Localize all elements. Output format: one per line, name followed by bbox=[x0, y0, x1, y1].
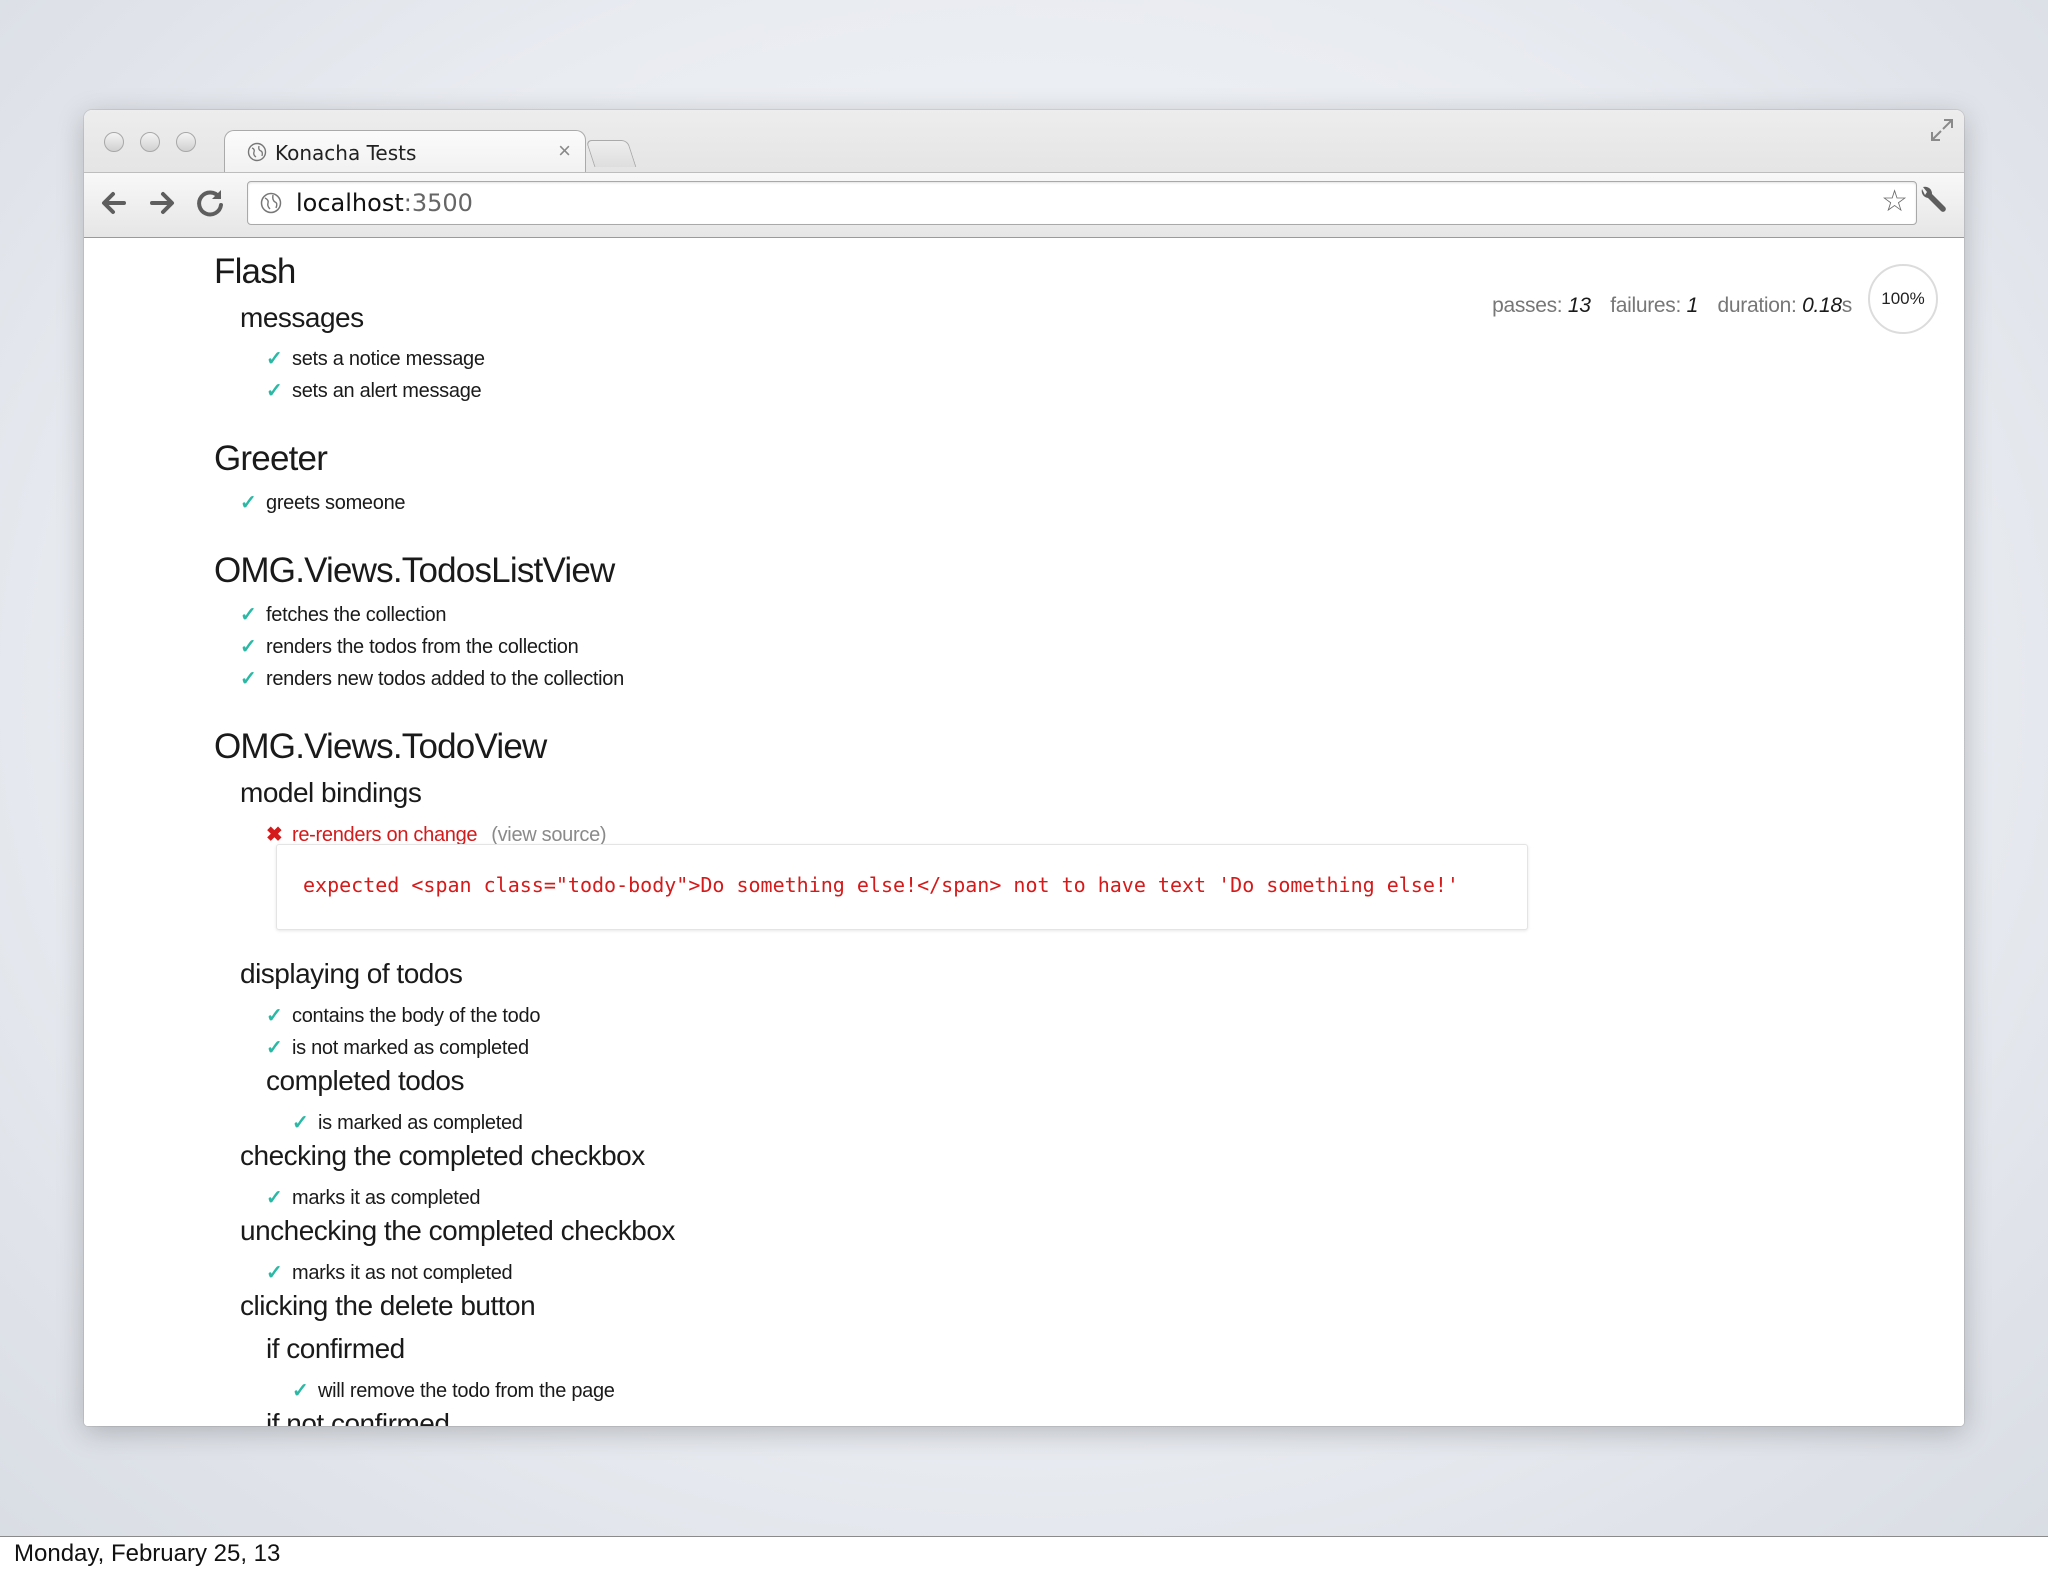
browser-window: Konacha Tests × localhost:3500 ☆ passes:… bbox=[84, 110, 1964, 1426]
test-item[interactable]: ✓ marks it as not completed bbox=[266, 1260, 513, 1285]
suite-title[interactable]: if not confirmed bbox=[266, 1408, 450, 1426]
globe-icon bbox=[260, 192, 282, 214]
passes-label: passes: bbox=[1492, 294, 1563, 317]
duration-label: duration: bbox=[1717, 294, 1797, 317]
zoom-window-button[interactable] bbox=[176, 132, 196, 152]
test-item[interactable]: ✓ sets an alert message bbox=[266, 378, 482, 403]
test-item[interactable]: ✓ will remove the todo from the page bbox=[292, 1378, 615, 1403]
test-item[interactable]: ✓ contains the body of the todo bbox=[266, 1003, 540, 1028]
suite-title[interactable]: clicking the delete button bbox=[240, 1290, 536, 1322]
test-item[interactable]: ✓ marks it as completed bbox=[266, 1185, 481, 1210]
test-label: marks it as not completed bbox=[292, 1262, 513, 1284]
browser-chrome: Konacha Tests × localhost:3500 ☆ bbox=[84, 110, 1964, 238]
suite-title[interactable]: OMG.Views.TodoView bbox=[214, 727, 547, 767]
tab-title: Konacha Tests bbox=[275, 141, 417, 165]
forward-icon[interactable] bbox=[144, 185, 180, 221]
pass-check-icon: ✓ bbox=[292, 1112, 309, 1134]
suite-title[interactable]: Greeter bbox=[214, 439, 328, 479]
test-item[interactable]: ✓ greets someone bbox=[240, 490, 406, 515]
test-item[interactable]: ✓ sets a notice message bbox=[266, 346, 485, 371]
suite-title[interactable]: if confirmed bbox=[266, 1333, 405, 1365]
pass-check-icon: ✓ bbox=[266, 1005, 283, 1027]
url-text: localhost:3500 bbox=[296, 189, 473, 217]
pass-check-icon: ✓ bbox=[266, 348, 283, 370]
reload-icon[interactable] bbox=[192, 185, 228, 221]
pass-check-icon: ✓ bbox=[240, 636, 257, 658]
test-item[interactable]: ✓ is marked as completed bbox=[292, 1110, 523, 1135]
pass-check-icon: ✓ bbox=[266, 380, 283, 402]
pass-check-icon: ✓ bbox=[266, 1187, 283, 1209]
test-report: passes: 13 failures: 1 duration: 0.18s 1… bbox=[84, 238, 1964, 1426]
duration-value: 0.18 bbox=[1802, 294, 1842, 317]
test-label: re-renders on change bbox=[292, 824, 478, 846]
url-host: localhost bbox=[296, 189, 404, 217]
globe-icon bbox=[247, 142, 267, 162]
test-label: contains the body of the todo bbox=[292, 1005, 541, 1027]
suite-title[interactable]: unchecking the completed checkbox bbox=[240, 1215, 675, 1247]
suite-title[interactable]: Flash bbox=[214, 252, 296, 292]
duration-unit: s bbox=[1841, 294, 1853, 317]
test-item[interactable]: ✓ renders the todos from the collection bbox=[240, 634, 579, 659]
minimize-window-button[interactable] bbox=[140, 132, 160, 152]
test-label: marks it as completed bbox=[292, 1187, 481, 1209]
suite-title[interactable]: checking the completed checkbox bbox=[240, 1140, 645, 1172]
view-source-link[interactable]: (view source) bbox=[491, 824, 606, 846]
suite-title[interactable]: messages bbox=[240, 302, 364, 334]
close-window-button[interactable] bbox=[104, 132, 124, 152]
test-item[interactable]: ✓ renders new todos added to the collecti… bbox=[240, 666, 624, 691]
pass-check-icon: ✓ bbox=[292, 1380, 309, 1402]
pass-check-icon: ✓ bbox=[266, 1037, 283, 1059]
test-label: fetches the collection bbox=[266, 604, 447, 626]
test-label: renders the todos from the collection bbox=[266, 636, 579, 658]
slide-date: Monday, February 25, 13 bbox=[14, 1540, 281, 1567]
passes-count: 13 bbox=[1567, 294, 1591, 317]
url-port: :3500 bbox=[403, 189, 473, 217]
failures-count: 1 bbox=[1686, 294, 1699, 317]
pass-check-icon: ✓ bbox=[240, 492, 257, 514]
test-label: will remove the todo from the page bbox=[318, 1380, 615, 1402]
error-message-box: expected <span class="todo-body">Do some… bbox=[276, 844, 1528, 930]
test-item[interactable]: ✓ is not marked as completed bbox=[266, 1035, 529, 1060]
pass-check-icon: ✓ bbox=[266, 1262, 283, 1284]
test-label: is not marked as completed bbox=[292, 1037, 529, 1059]
error-message: expected <span class="todo-body">Do some… bbox=[303, 873, 1459, 897]
test-item[interactable]: ✓ fetches the collection bbox=[240, 602, 446, 627]
test-label: sets an alert message bbox=[292, 380, 482, 402]
tab-close-icon[interactable]: × bbox=[558, 139, 571, 163]
test-label: sets a notice message bbox=[292, 348, 485, 370]
suite-title[interactable]: OMG.Views.TodosListView bbox=[214, 551, 615, 591]
suite-title[interactable]: model bindings bbox=[240, 777, 422, 809]
pass-check-icon: ✓ bbox=[240, 604, 257, 626]
browser-toolbar: localhost:3500 ☆ bbox=[84, 172, 1964, 237]
test-label: is marked as completed bbox=[318, 1112, 523, 1134]
tab-konacha-tests[interactable]: Konacha Tests × bbox=[224, 130, 586, 173]
pass-check-icon: ✓ bbox=[240, 668, 257, 690]
suite-title[interactable]: displaying of todos bbox=[240, 958, 463, 990]
back-icon[interactable] bbox=[96, 185, 132, 221]
fullscreen-icon[interactable] bbox=[1928, 116, 1956, 144]
wrench-icon[interactable] bbox=[1914, 183, 1948, 217]
progress-indicator: 100% bbox=[1868, 264, 1938, 334]
address-bar[interactable]: localhost:3500 ☆ bbox=[247, 181, 1917, 225]
new-tab-button[interactable] bbox=[585, 140, 637, 167]
failures-label: failures: bbox=[1610, 294, 1682, 317]
suite-title[interactable]: completed todos bbox=[266, 1065, 464, 1097]
test-label: renders new todos added to the collectio… bbox=[266, 668, 624, 690]
test-label: greets someone bbox=[266, 492, 406, 514]
bookmark-star-icon[interactable]: ☆ bbox=[1881, 187, 1908, 217]
test-stats: passes: 13 failures: 1 duration: 0.18s bbox=[1492, 294, 1852, 318]
